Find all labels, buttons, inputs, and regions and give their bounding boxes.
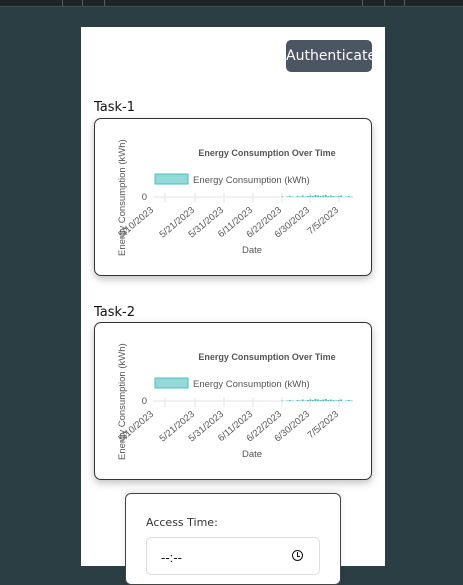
x-axis-title: Date [242,245,262,256]
data-bar [319,196,322,197]
data-bar [340,399,343,401]
data-bar [347,196,350,197]
data-bar [317,399,320,401]
data-bar [322,195,325,197]
data-bar [335,400,338,401]
chart-title: Energy Consumption Over Time [198,352,335,362]
y-tick-label: 0 [142,192,147,203]
data-bar [324,399,327,401]
data-bar [329,399,332,401]
energy-chart: Energy Consumption Over Time Energy Consu… [116,343,353,460]
data-bar [317,195,320,197]
data-bar [335,196,338,197]
data-bar [332,400,335,401]
data-bar [327,196,330,197]
task-1-label: Task-1 [94,100,136,115]
x-tick-label: 7/5/2023 [306,409,341,441]
data-bar [304,196,307,197]
window-top-bar [0,0,463,7]
main-panel: Authenticate Task-1 Energy Consumption O… [81,27,385,585]
data-bar [288,196,291,197]
data-bar [291,196,294,197]
data-bar [301,399,304,401]
data-bar [332,196,335,197]
data-bar [288,400,291,401]
data-bar [322,399,325,401]
data-bar [291,400,294,401]
data-bar [281,400,284,401]
access-time-label: Access Time: [146,516,218,529]
data-bar [309,399,312,401]
data-bar [286,400,289,401]
data-bar [311,400,314,401]
task-2-chart-card: Energy Consumption Over Time Energy Consu… [94,322,372,480]
data-bar [281,196,284,197]
data-bar [286,196,289,197]
data-bar [340,195,343,197]
data-bar [306,400,309,401]
data-bar [347,400,350,401]
data-bar [350,400,353,401]
y-tick-label: 0 [142,396,147,407]
data-bar [345,400,348,401]
legend-label: Energy Consumption (kWh) [193,175,310,186]
data-bar [329,195,332,197]
access-time-input[interactable]: --:-- [146,537,320,575]
access-time-value: --:-- [161,550,182,565]
x-tick-label: 7/5/2023 [306,205,341,237]
data-bar [296,196,299,197]
data-bar [306,196,309,197]
data-bar [324,195,327,197]
data-bar [301,195,304,197]
energy-chart: Energy Consumption Over Time Energy Consu… [116,139,353,256]
data-bar [311,196,314,197]
data-bar [304,400,307,401]
task-2-label: Task-2 [94,305,136,320]
x-axis-title: Date [242,449,262,460]
data-bar [296,400,299,401]
clock-icon[interactable] [292,550,303,561]
data-bar [337,196,340,197]
data-bar [327,400,330,401]
data-bar [337,400,340,401]
chart-title: Energy Consumption Over Time [198,148,335,158]
data-bar [319,400,322,401]
data-bar [299,196,302,197]
data-bar [314,399,317,401]
data-bar [309,195,312,197]
data-bar [345,196,348,197]
data-bar [299,400,302,401]
data-bar [314,195,317,197]
authenticate-button[interactable]: Authenticate [286,40,376,72]
legend-swatch [154,173,189,185]
data-bar [350,196,353,197]
legend-label: Energy Consumption (kWh) [193,379,310,390]
access-time-card: Access Time: --:-- [125,493,341,585]
legend-swatch [154,377,189,389]
task-1-chart-card: Energy Consumption Over Time Energy Consu… [94,118,372,276]
